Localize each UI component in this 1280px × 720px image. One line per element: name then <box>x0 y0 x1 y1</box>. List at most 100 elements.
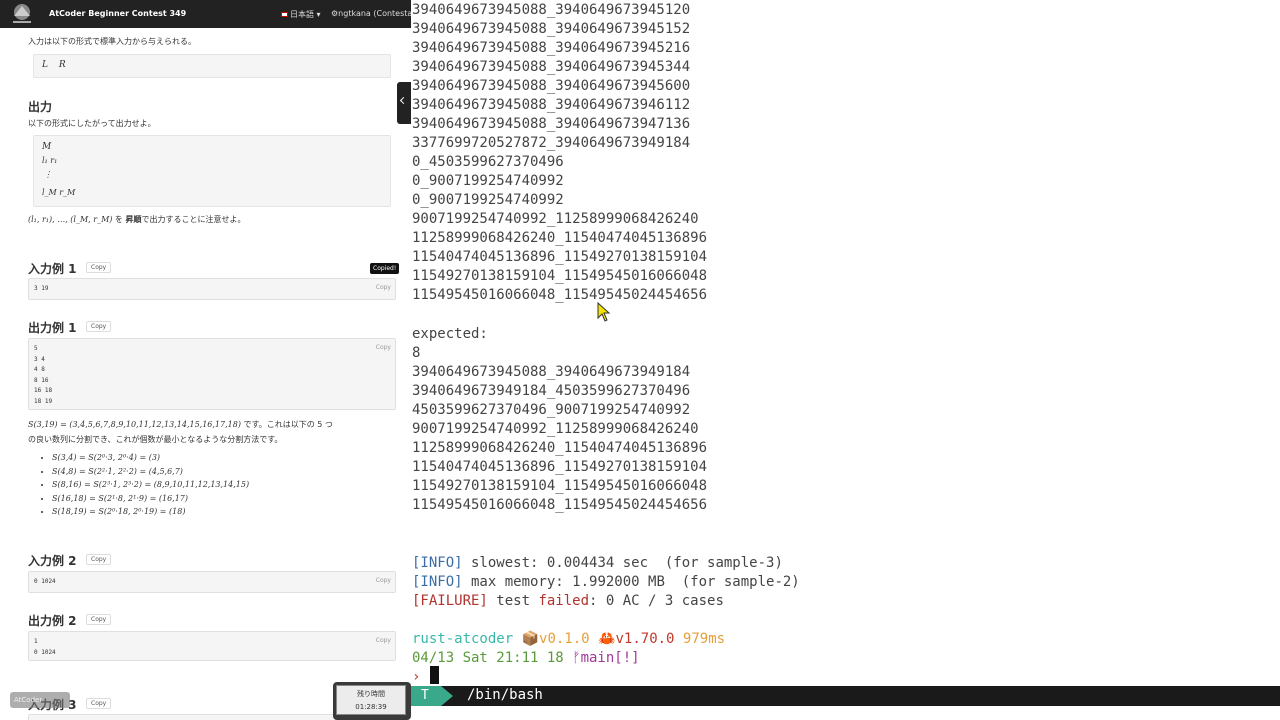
expected-line: 11540474045136896_11549270138159104 <box>412 459 708 475</box>
info-tag: [INFO] <box>412 574 463 590</box>
explanation-line-1: S(3,19) = (3,4,5,6,7,8,9,10,11,12,13,14,… <box>28 419 333 430</box>
failed-word: failed <box>538 593 590 609</box>
output-line: 3940649673945088_3940649673946112 <box>412 97 691 113</box>
copy-button[interactable]: Copy <box>86 554 112 565</box>
browser-window: AtCoder Beginner Contest 349 日本語 ▾ ⚙ngtk… <box>0 0 411 720</box>
expected-line: 8 <box>412 345 421 361</box>
sample-output-line: 0 1024 <box>34 648 56 656</box>
bullet-item: S(16,18) = S(2¹·8, 2¹·9) = (16,17) <box>52 492 249 506</box>
mouse-pointer-icon <box>597 302 611 322</box>
copy-button[interactable]: Copy <box>376 283 391 294</box>
sample-output-line: 5 <box>34 345 38 352</box>
expected-line: 9007199254740992_11258999068426240 <box>412 421 699 437</box>
prompt-duration: 979ms <box>682 631 726 647</box>
expected-line: 4503599627370496_9007199254740992 <box>412 402 691 418</box>
sample-output-1-heading: 出力例 1 <box>28 321 77 335</box>
copy-button[interactable]: Copy <box>86 614 112 625</box>
expected-line: 11549545016066048_11549545024454656 <box>412 497 708 513</box>
output-line: 11258999068426240_11540474045136896 <box>412 230 708 246</box>
tab-bash[interactable]: /bin/bash <box>467 687 543 703</box>
expected-line: 11258999068426240_11540474045136896 <box>412 440 708 456</box>
sample-input-1-heading: 入力例 1 <box>28 262 77 276</box>
output-line: 9007199254740992_11258999068426240 <box>412 211 699 227</box>
watermark: AtCoder <box>10 692 70 708</box>
copy-button[interactable]: Copy <box>376 636 391 647</box>
output-format-box: M l₁ r₁ ⋮ l_M r_M <box>33 135 391 207</box>
sample-output-1-box: 5 3 4 4 8 8 16 16 18 18 19 Copy <box>28 338 396 410</box>
prompt-line-1: rust-atcoder 📦v0.1.0 🦀v1.70.0 979ms <box>412 630 725 649</box>
copy-button[interactable]: Copy <box>86 698 112 709</box>
expected-label: expected: <box>412 326 488 342</box>
atcoder-logo-icon[interactable] <box>9 2 35 26</box>
sample-input-1-box: 3 19 Copy <box>28 278 396 300</box>
timer-value: 01:28:39 <box>355 703 387 711</box>
explanation-math: S(3,19) = (3,4,5,6,7,8,9,10,11,12,13,14,… <box>28 420 241 429</box>
sample-output-line: 16 18 <box>34 387 53 394</box>
bullet-item: S(3,4) = S(2⁰·3, 2⁰·4) = (3) <box>52 451 249 465</box>
failure-line: [FAILURE] test failed: 0 AC / 3 cases <box>412 592 724 611</box>
output-note-pre: を <box>112 215 126 224</box>
output-line: 3940649673945088_3940649673945344 <box>412 59 691 75</box>
tab-bar: T /bin/bash <box>411 686 1280 706</box>
info-memory: [INFO] max memory: 1.992000 MB (for samp… <box>412 573 800 592</box>
output-line: 3940649673945088_3940649673945152 <box>412 21 691 37</box>
info-slowest: [INFO] slowest: 0.004434 sec (for sample… <box>412 554 783 573</box>
prompt-rust-version: 🦀v1.70.0 <box>598 631 675 647</box>
output-note-post: で出力することに注意せよ。 <box>141 215 246 224</box>
prompt-line-2: 04/13 Sat 21:11 18 ᚠmain[!] <box>412 649 640 668</box>
failure-text: test <box>487 593 539 609</box>
output-line: 11549545016066048_11549545024454656 <box>412 287 708 303</box>
language-label: 日本語 <box>290 10 314 19</box>
info-tag: [INFO] <box>412 555 463 571</box>
prompt-dir: rust-atcoder <box>412 631 514 647</box>
terminal-window[interactable]: 3940649673945088_3940649673945120 3940649… <box>411 0 1280 720</box>
user-menu[interactable]: ⚙ngtkana (Contestant) <box>331 9 411 18</box>
timer-widget: 残り時間 01:28:39 <box>333 682 411 720</box>
prompt-branch: main[!] <box>580 650 640 666</box>
sample-input-2-text: 0 1024 <box>34 578 56 585</box>
timer-label: 残り時間 <box>357 690 385 698</box>
sample-output-line: 4 8 <box>34 366 45 373</box>
tab-indicator[interactable]: T <box>411 686 441 706</box>
copy-button[interactable]: Copy <box>86 321 112 332</box>
user-name: ngtkana (Contestant) <box>338 9 411 18</box>
output-heading: 出力 <box>28 100 53 114</box>
output-line: 0_9007199254740992 <box>412 192 564 208</box>
git-branch-icon: ᚠ <box>572 650 581 666</box>
output-line: 3940649673945088_3940649673945216 <box>412 40 691 56</box>
copy-button[interactable]: Copy <box>376 576 391 587</box>
sample-output-line: 18 19 <box>34 397 53 405</box>
output-line: 11540474045136896_11549270138159104 <box>412 249 708 265</box>
failure-tag: [FAILURE] <box>412 593 488 609</box>
sample-output-line: 8 16 <box>34 376 49 384</box>
output-line: 3940649673945088_3940649673945600 <box>412 78 691 94</box>
expected-line: 3940649673949184_4503599627370496 <box>412 383 691 399</box>
explanation-line-2: の良い数列に分割でき、これが個数が最小となるような分割方法です。 <box>28 435 283 444</box>
output-note: (l₁, r₁), …, (l_M, r_M) を 昇順で出力することに注意せよ… <box>28 214 245 225</box>
sample-input-2-box: 0 1024 Copy <box>28 571 396 593</box>
sample-output-2-box: 1 0 1024 Copy <box>28 631 396 661</box>
language-selector[interactable]: 日本語 ▾ <box>281 9 321 20</box>
expected-line: 11549270138159104_11549545016066048 <box>412 478 708 494</box>
output-format-line: l_M r_M <box>42 188 76 197</box>
sample-output-line: 1 <box>34 638 38 645</box>
contest-title[interactable]: AtCoder Beginner Contest 349 <box>49 9 186 18</box>
sidebar-toggle-button[interactable] <box>397 82 411 124</box>
output-line: 11549270138159104_11549545016066048 <box>412 268 708 284</box>
navbar: AtCoder Beginner Contest 349 日本語 ▾ ⚙ngtk… <box>0 0 411 28</box>
sample-input-2-heading: 入力例 2 <box>28 554 77 568</box>
slowest-text: slowest: 0.004434 sec (for sample-3) <box>462 555 783 571</box>
prompt-date: 04/13 Sat 21:11 18 <box>412 650 564 666</box>
timer-panel: 残り時間 01:28:39 <box>336 685 406 715</box>
bullet-item: S(4,8) = S(2²·1, 2²·2) = (4,5,6,7) <box>52 465 249 479</box>
copied-tooltip: Copied! <box>370 263 400 274</box>
bullet-item: S(8,16) = S(2³·1, 2³·2) = (8,9,10,11,12,… <box>52 478 249 492</box>
copy-button[interactable]: Copy <box>376 343 391 354</box>
explanation-text: です。これは以下の 5 つ <box>240 420 333 429</box>
chevron-left-icon <box>399 96 408 105</box>
output-format-line: l₁ r₁ <box>42 156 58 165</box>
output-line: 3940649673945088_3940649673947136 <box>412 116 691 132</box>
sample-output-line: 3 4 <box>34 355 45 363</box>
failure-count: : 0 AC / 3 cases <box>589 593 724 609</box>
copy-button[interactable]: Copy <box>86 262 112 273</box>
